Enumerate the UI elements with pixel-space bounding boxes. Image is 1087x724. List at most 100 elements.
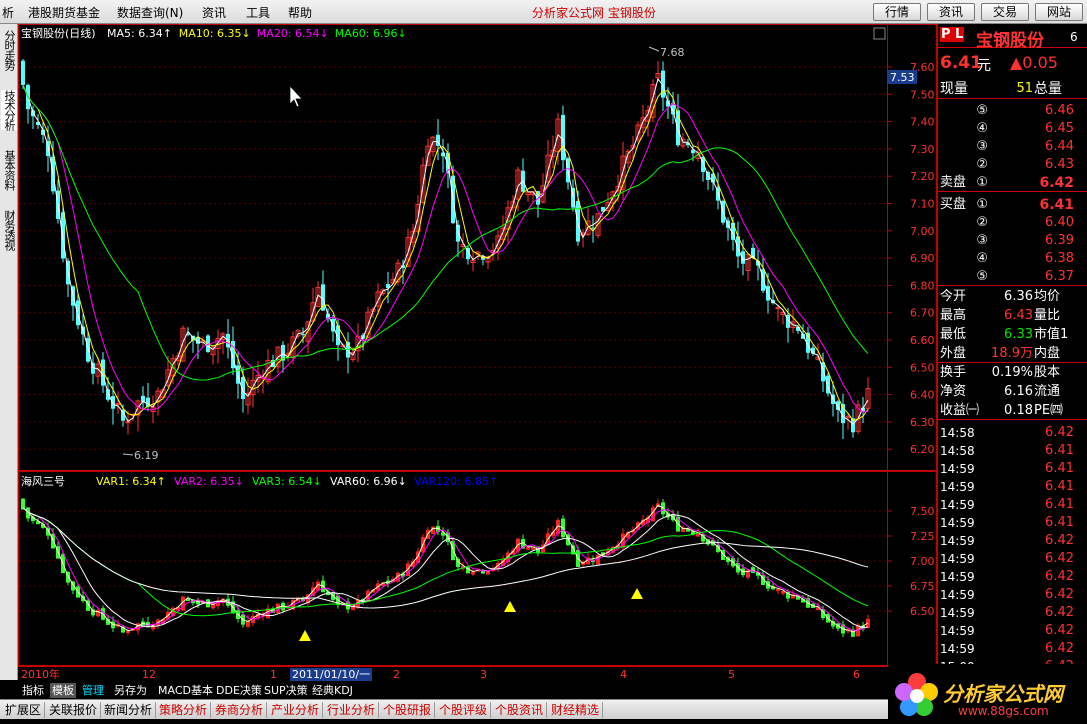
tab-extension[interactable]: 扩展区 [2, 702, 46, 718]
tick-row: 14:59 6.42 [940, 605, 1074, 620]
tab-financials[interactable]: 财务透视 [1, 210, 17, 250]
candle-body [766, 286, 770, 301]
candle-body [775, 307, 781, 310]
stock-name: 宝钢股份 [976, 31, 1044, 51]
sell-level-row: 卖盘 ① 6.42 [938, 174, 1087, 192]
news-button[interactable]: 资讯 [927, 3, 975, 21]
manage-button[interactable]: 管理 [80, 683, 106, 698]
y-tick-label: 6.90 [910, 252, 935, 265]
indicator-label: VAR60: 6.96↓ [330, 475, 407, 488]
tab-news-analysis[interactable]: 新闻分析 [101, 702, 157, 718]
tick-row: 14:59 6.41 [940, 461, 1074, 476]
y-tick-label: 7.50 [910, 88, 935, 101]
candle-body [301, 334, 305, 336]
tick-row: 14:59 6.42 [940, 551, 1074, 566]
y-tick-label: 6.40 [910, 389, 935, 402]
y-tick-label: 6.80 [910, 279, 935, 292]
current-price-marker-label: 7.53 [890, 71, 915, 84]
left-tab-bar: 分时走势 技术分析 基本资料 财务透视 [0, 24, 18, 680]
y-tick-label: 7.00 [910, 555, 935, 568]
bottom-tab-bar: 扩展区 关联报价 新闻分析 策略分析 券商分析 产业分析 行业分析 个股研报 个… [0, 699, 890, 719]
stock-code-fragment: 6 [1070, 30, 1078, 44]
classic-kdj-button[interactable]: 经典KDJ [310, 683, 355, 698]
y-tick-label: 6.50 [910, 361, 935, 374]
menu-item-news[interactable]: 资讯 [202, 4, 226, 21]
kline-chart-area[interactable]: 7.607.507.407.307.207.107.006.906.806.70… [18, 24, 937, 666]
time-label: 4 [620, 668, 627, 681]
buy-level-row: 买盘 ① 6.41 [940, 197, 1074, 213]
menu-item-help[interactable]: 帮助 [288, 4, 312, 21]
time-label: 2 [393, 668, 400, 681]
tab-broker-analysis[interactable]: 券商分析 [212, 702, 268, 718]
stat-row: 今开 6.36 均价 [940, 289, 1061, 304]
menu-item-tools[interactable]: 工具 [246, 4, 270, 21]
tab-industry-chain[interactable]: 产业分析 [268, 702, 324, 718]
time-label: 5 [728, 668, 735, 681]
menu-bar: 析 港股期货基金 数据查询(N) 资讯 工具 帮助 分析家公式网 宝钢股份 行情… [0, 0, 1087, 24]
dde-decision-button[interactable]: DDE决策 [214, 683, 264, 698]
quotes-button[interactable]: 行情 [873, 3, 921, 21]
total-volume-label: 总量 [1034, 81, 1062, 97]
low-annotation: 6.19 [134, 449, 159, 462]
y-tick-label: 7.20 [910, 170, 935, 183]
y-tick-label: 7.30 [910, 143, 935, 156]
website-button[interactable]: 网站 [1035, 3, 1083, 21]
y-tick-label: 7.25 [910, 530, 935, 543]
tab-stock-research[interactable]: 个股研报 [380, 702, 436, 718]
indicator-label: VAR1: 6.34↑ [96, 475, 166, 488]
sup-decision-button[interactable]: SUP决策 [262, 683, 310, 698]
stat-row: 净资 6.16 流通 [940, 384, 1061, 399]
tick-row: 14:59 6.42 [940, 641, 1074, 656]
candle-body [76, 300, 80, 326]
quote-panel: P L 宝钢股份 6 6.41 元 ▲0.05 现量 51 总量 ⑤ 6.46 ④ 6… [937, 24, 1087, 680]
tab-strategy-analysis[interactable]: 策略分析 [156, 702, 212, 718]
trade-button[interactable]: 交易 [981, 3, 1029, 21]
y-tick-label: 6.50 [910, 605, 935, 618]
tick-row: 14:59 6.41 [940, 515, 1074, 530]
ma-label: MA10: 6.35↓ [179, 27, 251, 40]
sub-candle-body [776, 589, 780, 592]
tab-stock-rating[interactable]: 个股评级 [436, 702, 492, 718]
logo-url: www.88gs.com [958, 704, 1049, 718]
time-label: 2010年 [21, 668, 60, 681]
logo-title: 分析家公式网 [943, 682, 1063, 706]
tab-technical[interactable]: 技术分析 [1, 90, 17, 130]
price-row: 6.41 元 ▲0.05 [938, 51, 1087, 75]
tab-related-quotes[interactable]: 关联报价 [46, 702, 102, 718]
site-logo: 分析家公式网 www.88gs.com [888, 664, 1087, 724]
stock-title: 宝钢股份(日线) [21, 26, 96, 40]
menu-item-hk-futures[interactable]: 港股期货基金 [28, 4, 100, 21]
stat-row: 最高 6.43 量比 [940, 308, 1061, 323]
time-label: 6 [853, 668, 860, 681]
tick-row: 14:59 6.41 [940, 479, 1074, 494]
sell-level-row: ③ 6.44 [976, 139, 1074, 154]
tick-row: 14:59 6.41 [940, 497, 1074, 512]
tab-intraday[interactable]: 分时走势 [1, 30, 17, 70]
menu-item-data-query[interactable]: 数据查询(N) [117, 4, 183, 21]
stat-row: 换手 0.19% 股本 [940, 365, 1061, 380]
buy-level-row: ⑤ 6.37 [938, 268, 1087, 286]
tab-stock-news[interactable]: 个股资讯 [492, 702, 548, 718]
candle-body [576, 200, 580, 242]
tick-row: 14:59 6.42 [940, 533, 1074, 548]
macd-basic-button[interactable]: MACD基本 [156, 683, 215, 698]
buy-level-row: ④ 6.38 [976, 251, 1074, 266]
ma-label: MA5: 6.34↑ [107, 27, 172, 40]
save-as-button[interactable]: 另存为 [112, 683, 149, 698]
tab-fundamentals[interactable]: 基本资料 [1, 150, 17, 190]
flower-logo-icon [895, 673, 938, 716]
tab-sector-analysis[interactable]: 行业分析 [324, 702, 380, 718]
template-button[interactable]: 模板 [50, 683, 76, 698]
sub-candle-body [91, 609, 95, 616]
y-tick-label: 7.50 [910, 505, 935, 518]
menu-item-analysis[interactable]: 析 [2, 4, 14, 21]
indicator-toolbar: 指标 模板 管理 另存为 MACD基本 DDE决策 SUP决策 经典KDJ [18, 682, 938, 699]
indicator-button[interactable]: 指标 [20, 683, 46, 698]
candle-body [115, 402, 121, 405]
stat-row: 最低 6.33 市值1 [940, 327, 1069, 342]
tick-row: 14:58 6.41 [940, 443, 1074, 458]
time-axis: 2010年 12 1 2011/01/10/一 2 3 4 5 6 [18, 666, 888, 681]
tab-finance-picks[interactable]: 财经精选 [548, 702, 604, 718]
window-title: 分析家公式网 宝钢股份 [532, 6, 656, 20]
buy-level-row: ② 6.40 [976, 215, 1074, 230]
